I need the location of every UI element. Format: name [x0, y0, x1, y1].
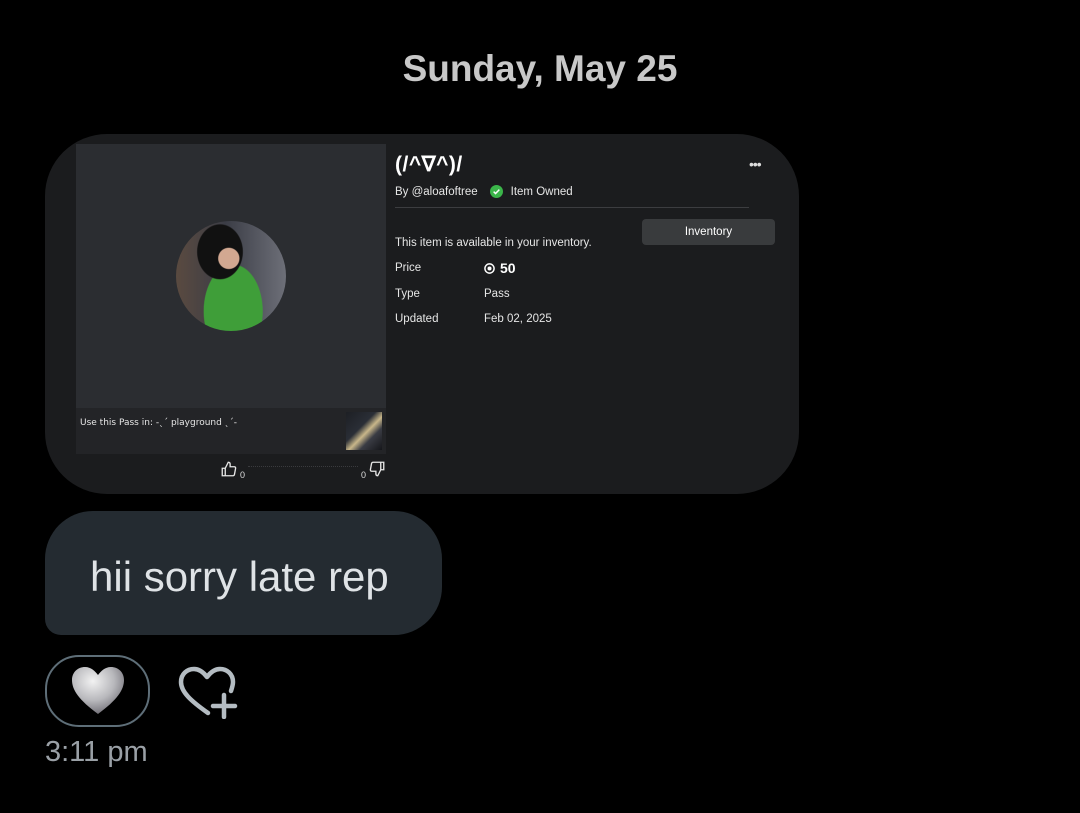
item-author[interactable]: By @aloafoftree	[395, 186, 478, 198]
message-timestamp: 3:11 pm	[45, 736, 148, 768]
robux-icon	[484, 262, 495, 274]
price-value-row: 50	[484, 260, 516, 276]
message-bubble[interactable]: hii sorry late rep	[45, 511, 442, 635]
thumbs-up-icon[interactable]	[220, 460, 238, 478]
item-avatar-image	[176, 221, 286, 331]
item-author-row: By @aloafoftree Item Owned	[395, 185, 785, 198]
type-label: Type	[395, 288, 420, 300]
more-dots-icon[interactable]: •••	[749, 156, 762, 172]
info-divider	[395, 207, 749, 208]
owned-label: Item Owned	[510, 185, 573, 198]
price-label: Price	[395, 262, 422, 274]
item-thumbnail[interactable]: Use this Pass in: -ˎˊ playground ˎˊ-	[76, 144, 386, 454]
vote-row: 0 0	[220, 460, 386, 482]
message-text: hii sorry late rep	[90, 553, 389, 600]
grey-heart-icon	[71, 667, 124, 714]
experience-thumbnail[interactable]	[346, 412, 382, 450]
date-header: Sunday, May 25	[402, 48, 678, 89]
owned-check-icon	[489, 185, 503, 198]
heart-reaction[interactable]	[45, 655, 150, 727]
use-pass-text: Use this Pass in: -ˎˊ playground ˎˊ-	[80, 418, 237, 428]
item-info: (/^∇^)/ ••• By @aloafoftree Item Owned T…	[395, 152, 785, 325]
upvote-count: 0	[240, 470, 246, 480]
downvote-count: 0	[360, 470, 366, 480]
availability-text: This item is available in your inventory…	[395, 237, 592, 249]
vote-ratio-bar	[248, 466, 358, 468]
use-pass-strip[interactable]: Use this Pass in: -ˎˊ playground ˎˊ-	[76, 408, 386, 454]
thumbs-down-icon[interactable]	[368, 460, 386, 478]
type-value: Pass	[484, 288, 510, 300]
updated-value: Feb 02, 2025	[484, 313, 552, 325]
shared-item-card[interactable]: Use this Pass in: -ˎˊ playground ˎˊ- 0 0…	[45, 134, 799, 494]
item-title: (/^∇^)/	[395, 153, 463, 176]
heart-plus-icon[interactable]	[178, 665, 238, 719]
price-value: 50	[500, 260, 516, 276]
inventory-button[interactable]: Inventory	[642, 219, 775, 245]
updated-label: Updated	[395, 313, 439, 325]
